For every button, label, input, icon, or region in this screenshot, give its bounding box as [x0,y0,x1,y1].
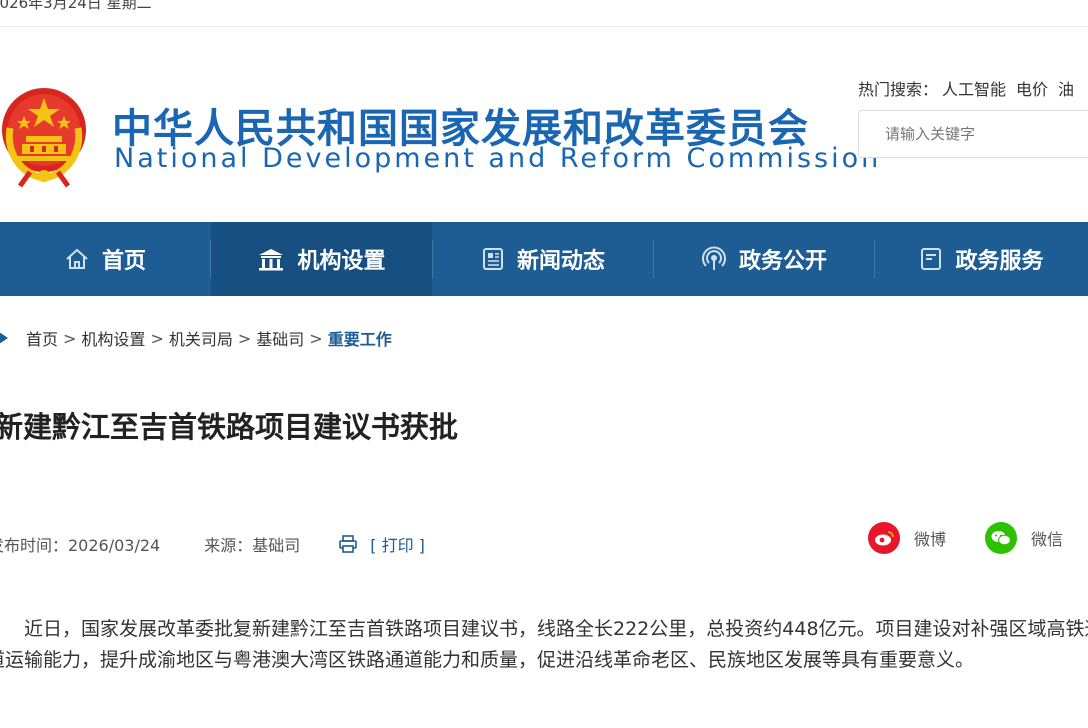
broadcast-icon [701,246,726,270]
nav-item-public-affairs[interactable]: 政务公开 [654,222,874,296]
top-bar [0,0,1088,27]
home-icon [66,248,88,269]
main-nav: 首页 机构设置 新闻动态 政务公开 政务服务 [0,222,1088,296]
share-weibo-label: 微博 [914,530,947,549]
nav-item-label: 政务公开 [738,249,827,274]
breadcrumb-link[interactable]: 机关司局 [169,326,233,350]
current-date: 2026年3月24日 星期二 [0,0,152,12]
nav-item-label: 新闻动态 [516,249,605,274]
breadcrumb-separator: > [237,328,252,348]
breadcrumb-separator: > [309,328,323,348]
hot-search-link[interactable]: 油 [1058,80,1074,99]
search-input[interactable] [858,110,1088,158]
nav-item-home[interactable]: 首页 [0,222,210,296]
hot-search-link[interactable]: 人工智能 [942,80,1006,99]
print-label: [ 打印 ] [370,536,425,555]
print-button[interactable]: [ 打印 ] [338,532,425,556]
location-icon [0,332,8,344]
institution-icon [259,249,284,271]
hot-search-link[interactable]: 电价 [1016,80,1048,99]
article-title: 新建黔江至吉首铁路项目建议书获批 [0,410,459,444]
weibo-icon [868,522,900,554]
document-icon [921,248,942,270]
wechat-icon [985,522,1017,554]
article-paragraph: 近日，国家发展改革委批复新建黔江至吉首铁路项目建议书，线路全长222公里，总投资… [0,618,1088,671]
breadcrumb-current[interactable]: 重要工作 [328,326,392,350]
site-title-english: National Development and Reform Commissi… [114,143,882,174]
nav-item-news[interactable]: 新闻动态 [433,222,653,296]
nav-item-label: 机构设置 [297,249,386,274]
breadcrumb-link[interactable]: 首页 [26,326,58,350]
share-wechat-button[interactable]: 微信 [985,522,1063,554]
share-wechat-label: 微信 [1031,530,1064,549]
publish-date: 发布时间：2026/03/24 [0,536,161,555]
national-emblem-logo [0,82,92,188]
nav-item-label: 政务服务 [955,249,1044,274]
nav-item-label: 首页 [101,249,146,274]
nav-item-services[interactable]: 政务服务 [875,222,1088,296]
hot-search: 热门搜索： 人工智能 电价油 [858,76,1084,100]
breadcrumb-separator: > [150,328,164,348]
article-source: 来源：基础司 [204,536,301,555]
article-body: 近日，国家发展改革委批复新建黔江至吉首铁路项目建议书，线路全长222公里，总投资… [0,614,1088,676]
breadcrumb: 首页 > 机构设置 > 机关司局 > 基础司 > 重要工作 [0,326,392,350]
breadcrumb-separator: > [63,328,77,348]
share-weibo-button[interactable]: 微博 [868,522,946,554]
news-icon [482,248,503,270]
breadcrumb-link[interactable]: 机构设置 [81,326,145,350]
nav-item-institution[interactable]: 机构设置 [211,222,432,296]
breadcrumb-link[interactable]: 基础司 [256,326,304,350]
hot-search-label: 热门搜索： [858,80,939,99]
printer-icon [339,535,358,553]
article-meta: 发布时间：2026/03/24 来源：基础司 [ 打印 ] [0,532,425,556]
